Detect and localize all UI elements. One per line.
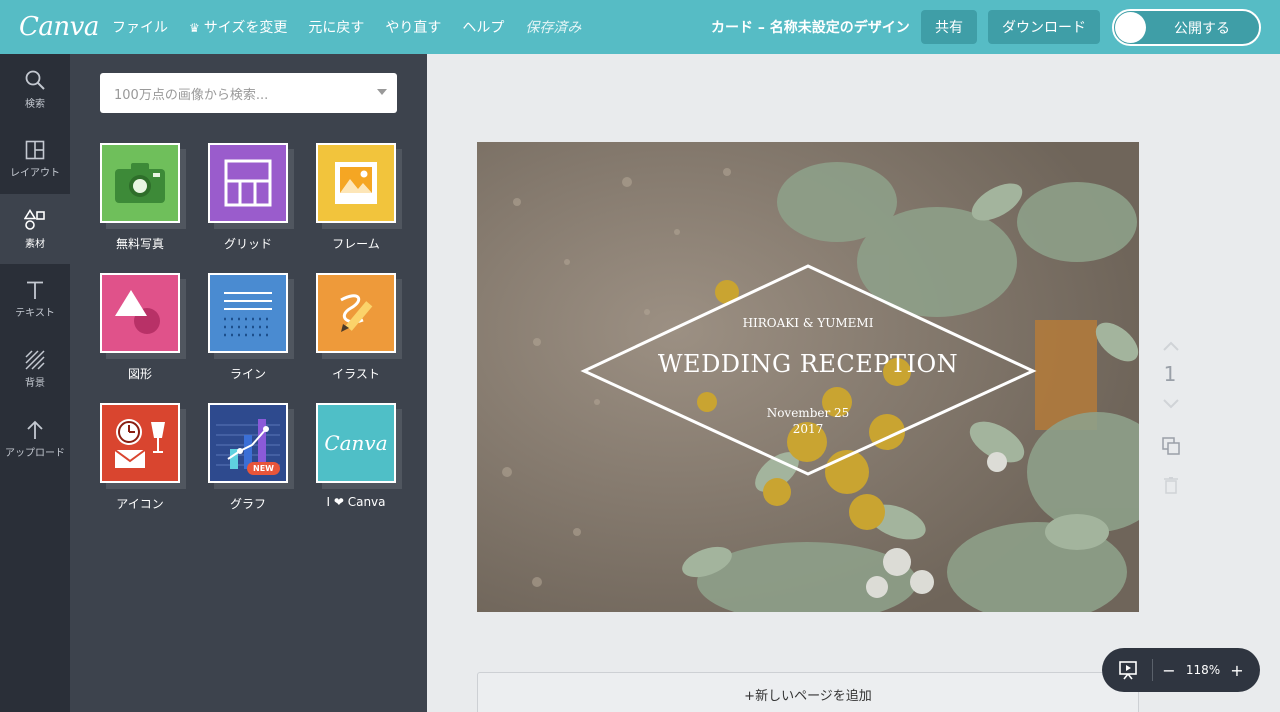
tile-label: 図形 <box>127 367 152 381</box>
zoom-in-button[interactable]: + <box>1225 661 1249 680</box>
tile-label: イラスト <box>332 367 380 381</box>
top-bar: Canva ファイル ♛ サイズを変更 元に戻す やり直す ヘルプ 保存済み カー… <box>0 0 1280 54</box>
tile-label: ライン <box>229 367 266 381</box>
nav-search-label: 検索 <box>25 98 45 110</box>
divider <box>1152 659 1153 681</box>
tile-label: グラフ <box>229 497 266 511</box>
redo-button[interactable]: やり直す <box>385 17 441 37</box>
shapes-icon <box>100 273 180 353</box>
tile-label: フレーム <box>332 237 380 251</box>
nav-layout[interactable]: レイアウト <box>0 124 70 194</box>
image-search-input[interactable]: 100万点の画像から検索... <box>100 73 397 113</box>
nav-elements[interactable]: 素材 <box>0 194 70 264</box>
nav-upload-label: アップロード <box>5 447 65 459</box>
chart-icon: NEW <box>208 403 288 483</box>
resize-label: サイズを変更 <box>203 20 288 36</box>
grid-icon <box>208 143 288 223</box>
nav-background-label: 背景 <box>25 377 45 389</box>
nav-upload[interactable]: アップロード <box>0 404 70 474</box>
nav-layout-label: レイアウト <box>10 167 60 179</box>
present-icon <box>1119 661 1137 680</box>
canva-logo[interactable]: Canva <box>19 12 99 42</box>
nav-search[interactable]: 検索 <box>0 54 70 124</box>
layout-icon <box>25 140 45 159</box>
date-line-1: November 25 <box>766 406 850 420</box>
couple-names[interactable]: HIROAKI & YUMEMI <box>498 316 1118 330</box>
zoom-out-button[interactable]: − <box>1157 661 1181 680</box>
resize-menu[interactable]: ♛ サイズを変更 <box>189 17 287 37</box>
frame-icon <box>316 143 396 223</box>
file-menu[interactable]: ファイル <box>112 17 168 37</box>
page-number: 1 <box>1163 362 1177 386</box>
publish-toggle[interactable]: 公開する <box>1112 9 1261 46</box>
wedding-title[interactable]: WEDDING RECEPTION <box>477 350 1139 378</box>
chevron-down-icon[interactable] <box>377 89 387 95</box>
date-line-2: 2017 <box>792 422 824 436</box>
toggle-knob <box>1115 12 1146 43</box>
crown-icon: ♛ <box>189 21 200 35</box>
document-title[interactable]: カード – 名称未設定のデザイン <box>711 17 910 37</box>
page-down-icon[interactable] <box>1161 398 1181 410</box>
delete-page-icon[interactable] <box>1163 476 1179 494</box>
elements-panel: 100万点の画像から検索... 無料写真 グリッド フレーム 図形 ライン イラ… <box>70 54 427 712</box>
tile-label: グリッド <box>223 237 272 251</box>
illustration-icon <box>316 273 396 353</box>
help-menu[interactable]: ヘルプ <box>462 17 504 37</box>
add-page-button[interactable]: +新しいページを追加 <box>477 672 1139 712</box>
elements-icon <box>24 208 45 230</box>
tile-label: I ❤ Canva <box>326 495 386 509</box>
canva-logo-icon: Canva <box>316 403 396 483</box>
background-icon <box>25 349 45 370</box>
tile-label: アイコン <box>116 497 164 511</box>
save-status: 保存済み <box>525 20 582 36</box>
search-icon <box>25 70 45 90</box>
wedding-date[interactable]: November 25 2017 <box>477 405 1139 437</box>
upload-icon <box>27 420 43 439</box>
main-menu: ファイル ♛ サイズを変更 元に戻す やり直す ヘルプ 保存済み <box>112 17 602 37</box>
icons-icon <box>100 403 180 483</box>
nav-background[interactable]: 背景 <box>0 334 70 404</box>
nav-elements-label: 素材 <box>25 238 45 250</box>
download-button[interactable]: ダウンロード <box>988 10 1100 44</box>
design-page[interactable]: HIROAKI & YUMEMI WEDDING RECEPTION Novem… <box>477 142 1139 612</box>
nav-text[interactable]: テキスト <box>0 264 70 334</box>
publish-label: 公開する <box>1174 20 1230 37</box>
page-up-icon[interactable] <box>1161 340 1181 352</box>
new-badge: NEW <box>247 462 280 475</box>
tile-label: 無料写真 <box>115 237 164 251</box>
left-nav: 検索 レイアウト 素材 テキスト 背景 アップロード <box>0 54 70 712</box>
duplicate-page-icon[interactable] <box>1161 436 1181 456</box>
zoom-value[interactable]: 118% <box>1181 663 1225 677</box>
lines-icon <box>208 273 288 353</box>
zoom-bar: − 118% + <box>1102 648 1260 692</box>
search-placeholder: 100万点の画像から検索... <box>114 87 269 103</box>
nav-text-label: テキスト <box>15 307 55 319</box>
text-icon <box>27 281 43 299</box>
present-button[interactable] <box>1116 658 1140 682</box>
undo-button[interactable]: 元に戻す <box>308 17 364 37</box>
camera-icon <box>100 143 180 223</box>
share-button[interactable]: 共有 <box>921 10 977 44</box>
canva-logo-text: Canva <box>324 431 388 455</box>
